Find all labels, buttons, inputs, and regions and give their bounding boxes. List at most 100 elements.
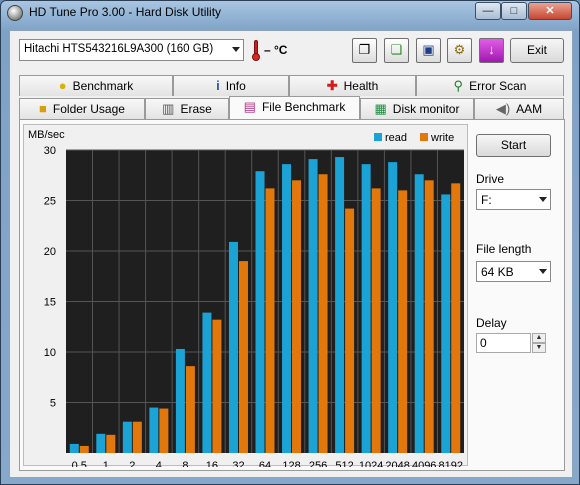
options-button[interactable]: ⚙ bbox=[447, 38, 472, 63]
read-bar bbox=[441, 194, 451, 453]
write-bar bbox=[106, 434, 116, 453]
file-benchmark-icon: ▤ bbox=[243, 99, 256, 114]
temperature-readout: – °C bbox=[264, 43, 288, 57]
tab-benchmark[interactable]: ● Benchmark bbox=[19, 75, 173, 96]
copy-info-button[interactable]: ❐ bbox=[352, 38, 377, 63]
y-tick-label: 10 bbox=[44, 347, 56, 359]
write-bar bbox=[292, 180, 302, 454]
read-bar bbox=[255, 171, 265, 453]
delay-spin-down[interactable]: ▼ bbox=[532, 343, 546, 353]
tab-disk-monitor[interactable]: ▦ Disk monitor bbox=[360, 98, 474, 119]
tab-folder-usage[interactable]: ■ Folder Usage bbox=[19, 98, 145, 119]
x-tick-label: 16 bbox=[206, 460, 218, 467]
options-icon: ⚙ bbox=[453, 42, 466, 57]
hd-tune-app-icon bbox=[7, 5, 23, 21]
maximize-button[interactable]: □ bbox=[501, 2, 527, 20]
read-bar bbox=[282, 164, 292, 453]
delay-input[interactable]: 0 bbox=[476, 333, 531, 353]
delay-spin-up[interactable]: ▲ bbox=[532, 333, 546, 343]
delay-label: Delay bbox=[476, 316, 507, 330]
benchmark-chart: 5 10 15 20 25 30 MB/sec 0.5 1 2 4 8 16 32 64 128 256 512 1… bbox=[23, 124, 468, 467]
write-bar bbox=[451, 183, 461, 453]
legend-swatch-write bbox=[420, 133, 428, 141]
tab-info[interactable]: i Info bbox=[173, 75, 289, 96]
read-bar bbox=[175, 348, 185, 453]
minimize-button[interactable]: — bbox=[475, 2, 501, 20]
read-bar bbox=[96, 433, 106, 453]
x-tick-label: 4 bbox=[156, 460, 162, 467]
copy-screenshot-button[interactable]: ❏ bbox=[384, 38, 409, 63]
trash-icon: ▥ bbox=[162, 101, 175, 116]
chevron-down-icon bbox=[539, 197, 547, 202]
download-icon: ↓ bbox=[488, 42, 495, 57]
write-bar bbox=[132, 421, 142, 453]
write-bar bbox=[371, 188, 381, 453]
benchmark-chart-svg: 5 10 15 20 25 30 MB/sec 0.5 1 2 4 8 16 32 64 128 256 512 1… bbox=[28, 129, 464, 467]
drive-dropdown-value: Hitachi HTS543216L9A300 (160 GB) bbox=[24, 43, 214, 55]
write-bar bbox=[424, 180, 434, 454]
disk-monitor-icon: ▦ bbox=[374, 101, 387, 116]
write-bar bbox=[159, 408, 169, 453]
drive-letter-dropdown[interactable]: F: bbox=[476, 189, 551, 210]
drive-dropdown[interactable]: Hitachi HTS543216L9A300 (160 GB) bbox=[19, 39, 244, 61]
legend-label-read: read bbox=[385, 132, 407, 144]
write-bar bbox=[345, 208, 355, 453]
write-bar bbox=[318, 174, 328, 454]
tab-aam[interactable]: ◀) AAM bbox=[474, 98, 564, 119]
window-title: HD Tune Pro 3.00 - Hard Disk Utility bbox=[29, 5, 222, 19]
drive-label: Drive bbox=[476, 172, 505, 186]
health-cross-icon: ✚ bbox=[326, 78, 338, 93]
x-tick-label: 2048 bbox=[385, 460, 409, 467]
read-bar bbox=[361, 164, 371, 453]
chevron-down-icon bbox=[539, 269, 547, 274]
x-tick-label: 8192 bbox=[438, 460, 462, 467]
save-button[interactable]: ▣ bbox=[416, 38, 441, 63]
file-length-label: File length bbox=[476, 242, 532, 256]
write-bar bbox=[212, 319, 222, 453]
read-bar bbox=[335, 157, 345, 453]
x-tick-label: 256 bbox=[309, 460, 327, 467]
read-bar bbox=[149, 407, 159, 453]
write-bar bbox=[398, 190, 408, 453]
info-icon: i bbox=[216, 78, 220, 93]
x-tick-label: 1024 bbox=[359, 460, 383, 467]
download-button[interactable]: ↓ bbox=[479, 38, 504, 63]
write-bar bbox=[238, 261, 248, 453]
copy-screenshot-icon: ❏ bbox=[390, 42, 403, 57]
y-tick-label: 5 bbox=[50, 398, 56, 410]
write-bar bbox=[265, 188, 275, 453]
copy-info-icon: ❐ bbox=[358, 42, 371, 57]
exit-button[interactable]: Exit bbox=[510, 38, 564, 63]
title-bar[interactable]: HD Tune Pro 3.00 - Hard Disk Utility — □… bbox=[1, 1, 579, 25]
folder-icon: ■ bbox=[39, 101, 47, 116]
x-tick-label: 2 bbox=[129, 460, 135, 467]
tab-health[interactable]: ✚ Health bbox=[289, 75, 416, 96]
app-window: HD Tune Pro 3.00 - Hard Disk Utility — □… bbox=[0, 0, 580, 485]
speaker-icon: ◀) bbox=[495, 101, 511, 116]
tab-erase[interactable]: ▥ Erase bbox=[145, 98, 229, 119]
file-length-value: 64 KB bbox=[481, 265, 514, 279]
x-tick-label: 1 bbox=[103, 460, 109, 467]
start-button[interactable]: Start bbox=[476, 134, 551, 157]
x-tick-label: 4096 bbox=[412, 460, 436, 467]
thermometer-icon bbox=[252, 40, 260, 62]
magnifier-icon: ⚲ bbox=[453, 78, 464, 93]
x-tick-label: 512 bbox=[335, 460, 353, 467]
file-length-dropdown[interactable]: 64 KB bbox=[476, 261, 551, 282]
write-bar bbox=[185, 366, 195, 453]
read-bar bbox=[69, 443, 79, 453]
x-tick-label: 8 bbox=[182, 460, 188, 467]
y-axis-label: MB/sec bbox=[28, 129, 65, 141]
legend-label-write: write bbox=[430, 132, 454, 144]
tab-file-benchmark[interactable]: ▤ File Benchmark bbox=[229, 96, 360, 119]
read-bar bbox=[228, 241, 238, 453]
main-client-area: Hitachi HTS543216L9A300 (160 GB) – °C ❐ … bbox=[9, 30, 573, 478]
read-bar bbox=[202, 312, 212, 453]
file-benchmark-panel: 5 10 15 20 25 30 MB/sec 0.5 1 2 4 8 16 32 64 128 256 512 1… bbox=[19, 119, 565, 471]
y-tick-label: 20 bbox=[44, 246, 56, 258]
tab-error-scan[interactable]: ⚲ Error Scan bbox=[416, 75, 564, 96]
read-bar bbox=[308, 159, 318, 453]
close-button[interactable]: ✕ bbox=[528, 2, 572, 20]
y-tick-label: 30 bbox=[44, 145, 56, 157]
read-bar bbox=[388, 162, 398, 453]
